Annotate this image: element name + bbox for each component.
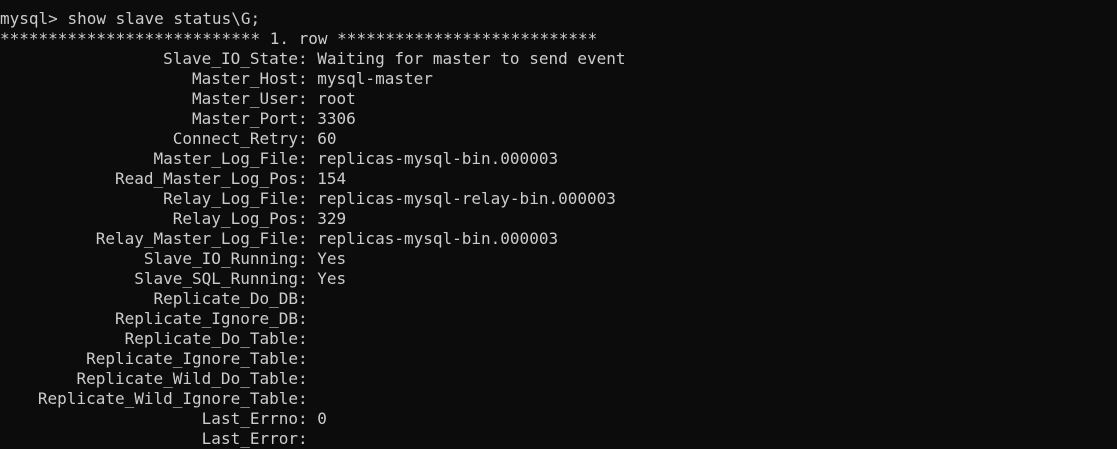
field-key: Master_Log_File: [153, 149, 299, 168]
field-key: Replicate_Do_DB: [153, 289, 299, 308]
status-field-row: Last_Error:: [0, 429, 1117, 449]
status-field-row: Read_Master_Log_Pos: 154: [0, 169, 1117, 189]
field-value: 0: [317, 409, 327, 428]
terminal-window[interactable]: mysql> show slave status\G; ************…: [0, 0, 1117, 449]
status-field-row: Replicate_Wild_Ignore_Table:: [0, 389, 1117, 409]
status-field-row: Slave_IO_State: Waiting for master to se…: [0, 49, 1117, 69]
status-field-row: Replicate_Do_DB:: [0, 289, 1117, 309]
field-key: Relay_Master_Log_File: [95, 229, 298, 248]
status-field-row: Relay_Master_Log_File: replicas-mysql-bi…: [0, 229, 1117, 249]
field-key: Slave_IO_Running: [143, 249, 298, 268]
status-field-row: Slave_IO_Running: Yes: [0, 249, 1117, 269]
status-field-row: Master_Host: mysql-master: [0, 69, 1117, 89]
field-value: 60: [317, 129, 337, 148]
field-value: 329: [317, 209, 347, 228]
field-key: Replicate_Do_Table: [124, 329, 298, 348]
status-field-row: Replicate_Do_Table:: [0, 329, 1117, 349]
field-key: Slave_SQL_Running: [134, 269, 298, 288]
field-value: Yes: [317, 269, 347, 288]
field-value: 154: [317, 169, 347, 188]
command-text: show slave status\G;: [67, 9, 261, 28]
status-field-row: Connect_Retry: 60: [0, 129, 1117, 149]
command-line: mysql> show slave status\G;: [0, 9, 1117, 29]
row-header-label: 1. row: [269, 29, 328, 48]
field-value: replicas-mysql-bin.000003: [317, 229, 559, 248]
status-field-row: Replicate_Wild_Do_Table:: [0, 369, 1117, 389]
row-header: *************************** 1. row *****…: [0, 29, 1117, 49]
field-key: Read_Master_Log_Pos: [114, 169, 298, 188]
field-key: Relay_Log_Pos: [172, 209, 298, 228]
field-key: Last_Error: [201, 429, 298, 448]
field-value: Waiting for master to send event: [317, 49, 626, 68]
field-key: Master_Host: [192, 69, 298, 88]
field-key: Replicate_Ignore_Table: [86, 349, 298, 368]
status-field-row: Master_Log_File: replicas-mysql-bin.0000…: [0, 149, 1117, 169]
status-field-row: Relay_Log_Pos: 329: [0, 209, 1117, 229]
field-key: Slave_IO_State: [163, 49, 298, 68]
field-value: Yes: [317, 249, 347, 268]
field-value: 3306: [317, 109, 356, 128]
field-key: Replicate_Ignore_DB: [114, 309, 298, 328]
field-value: replicas-mysql-relay-bin.000003: [317, 189, 616, 208]
field-key: Relay_Log_File: [163, 189, 298, 208]
status-field-row: Master_Port: 3306: [0, 109, 1117, 129]
status-field-row: Slave_SQL_Running: Yes: [0, 269, 1117, 289]
field-key: Connect_Retry: [172, 129, 298, 148]
field-value: root: [317, 89, 356, 108]
mysql-prompt: mysql>: [0, 9, 58, 28]
status-field-row: Last_Errno: 0: [0, 409, 1117, 429]
field-value: replicas-mysql-bin.000003: [317, 149, 559, 168]
row-header-stars-left: ***************************: [0, 29, 261, 48]
status-field-row: Replicate_Ignore_Table:: [0, 349, 1117, 369]
field-key: Master_User: [192, 89, 298, 108]
row-header-stars-right: ***************************: [337, 29, 598, 48]
field-key: Replicate_Wild_Ignore_Table: [37, 389, 298, 408]
status-field-row: Replicate_Ignore_DB:: [0, 309, 1117, 329]
field-key: Replicate_Wild_Do_Table: [76, 369, 298, 388]
field-value: mysql-master: [317, 69, 433, 88]
field-key: Master_Port: [192, 109, 298, 128]
status-field-row: Master_User: root: [0, 89, 1117, 109]
status-field-row: Relay_Log_File: replicas-mysql-relay-bin…: [0, 189, 1117, 209]
field-key: Last_Errno: [201, 409, 298, 428]
